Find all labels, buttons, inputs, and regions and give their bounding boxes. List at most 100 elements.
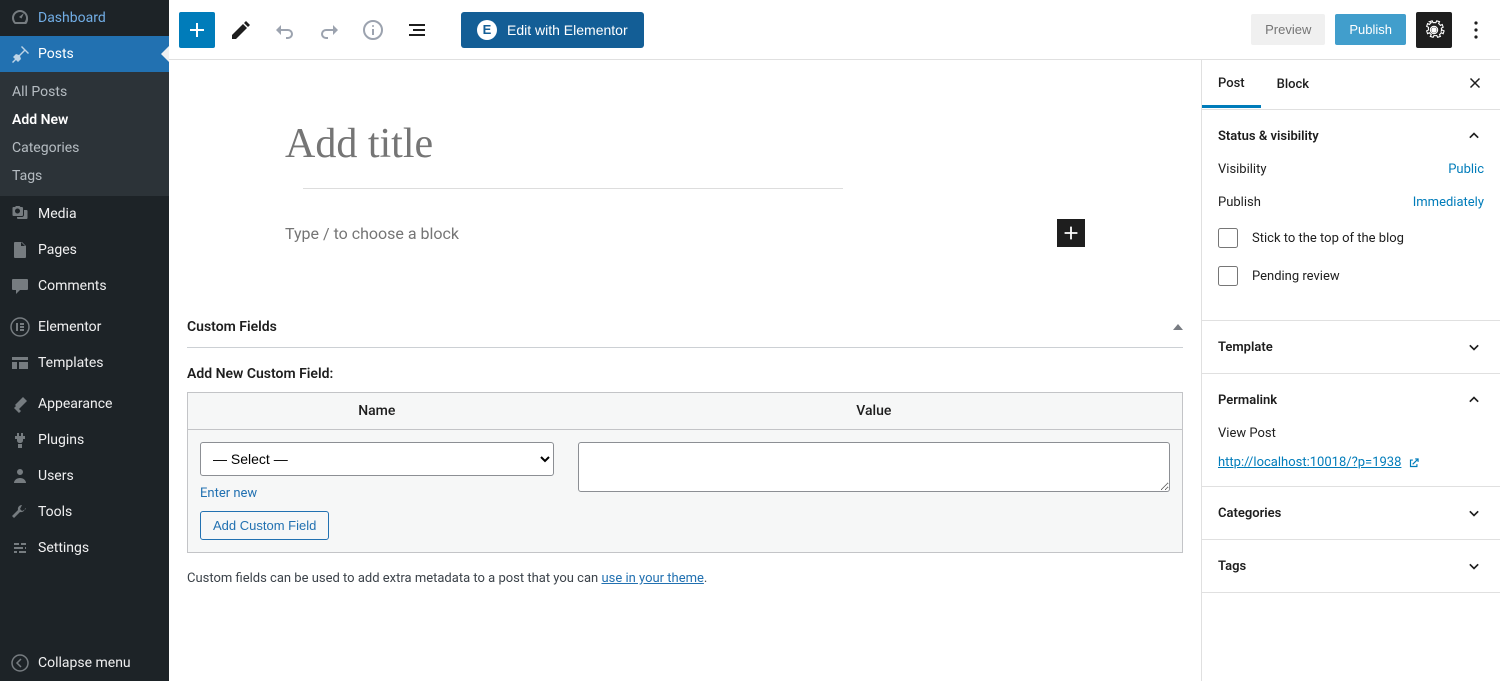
custom-fields-panel: Custom Fields Add New Custom Field: Name… [187,307,1183,586]
pending-checkbox[interactable] [1218,266,1238,286]
view-post-label: View Post [1218,426,1484,441]
close-icon [1466,74,1484,92]
sidebar-item-label: Dashboard [38,10,106,26]
custom-fields-heading[interactable]: Custom Fields [187,307,1183,348]
sidebar-item-dashboard[interactable]: Dashboard [0,0,169,36]
section-label: Status & visibility [1218,129,1319,144]
list-icon [405,18,429,42]
sidebar-item-label: Appearance [38,396,112,412]
sidebar-item-label: Templates [38,355,104,371]
sidebar-item-users[interactable]: Users [0,458,169,494]
sidebar-subitem-all-posts[interactable]: All Posts [0,78,169,106]
use-in-theme-link[interactable]: use in your theme [601,571,703,586]
sidebar-collapse[interactable]: Collapse menu [0,645,169,681]
sidebar-item-label: Collapse menu [38,655,131,671]
sidebar-subitem-add-new[interactable]: Add New [0,106,169,134]
settings-panel-toggle[interactable] [1416,12,1452,48]
stick-label: Stick to the top of the blog [1252,231,1404,246]
section-label: Permalink [1218,393,1277,408]
sidebar-item-elementor[interactable]: Elementor [0,309,169,345]
custom-field-value-textarea[interactable] [578,442,1170,492]
gear-icon [1423,19,1445,41]
close-panel-button[interactable] [1450,74,1500,96]
sidebar-item-label: Media [38,206,77,222]
elementor-icon [10,317,30,337]
inline-add-block-button[interactable] [1057,219,1085,247]
list-view-button[interactable] [399,12,435,48]
tab-post[interactable]: Post [1202,61,1261,108]
cf-col-value: Value [566,393,1183,430]
sidebar-item-appearance[interactable]: Appearance [0,386,169,422]
sidebar-subitem-categories[interactable]: Categories [0,134,169,162]
dots-vertical-icon [1464,18,1488,42]
publish-value-link[interactable]: Immediately [1413,195,1484,210]
section-template[interactable]: Template [1202,321,1500,373]
block-placeholder-text[interactable]: Type / to choose a block [285,224,459,243]
add-block-button[interactable] [179,12,215,48]
sidebar-item-label: Users [38,468,74,484]
section-tags[interactable]: Tags [1202,540,1500,592]
section-label: Categories [1218,506,1281,521]
section-label: Template [1218,340,1273,355]
permalink-url-link[interactable]: http://localhost:10018/?p=1938 [1218,455,1421,470]
settings-panel: Post Block Status & visibility Visibilit… [1201,60,1500,681]
sidebar-item-posts[interactable]: Posts [0,36,169,72]
edit-tool-button[interactable] [223,12,259,48]
sidebar-item-plugins[interactable]: Plugins [0,422,169,458]
enter-new-link[interactable]: Enter new [200,486,257,501]
post-title-input[interactable] [285,120,1085,168]
chevron-down-icon [1464,556,1484,576]
editor-toolbar: E Edit with Elementor Preview Publish [169,0,1500,60]
sidebar-item-templates[interactable]: Templates [0,345,169,381]
sidebar-item-comments[interactable]: Comments [0,268,169,304]
sidebar-posts-submenu: All Posts Add New Categories Tags [0,72,169,196]
title-divider [303,188,843,189]
dashboard-icon [10,8,30,28]
custom-fields-description: Custom fields can be used to add extra m… [187,571,1183,586]
settings-icon [10,538,30,558]
visibility-label: Visibility [1218,162,1267,177]
templates-icon [10,353,30,373]
sidebar-item-tools[interactable]: Tools [0,494,169,530]
preview-button[interactable]: Preview [1251,14,1325,45]
pending-label: Pending review [1252,269,1340,284]
sidebar-item-pages[interactable]: Pages [0,232,169,268]
sidebar-item-label: Tools [38,504,72,520]
external-link-icon [1407,456,1421,470]
section-status-visibility[interactable]: Status & visibility [1202,110,1500,162]
stick-checkbox[interactable] [1218,228,1238,248]
plus-icon [185,18,209,42]
redo-icon [317,18,341,42]
sidebar-item-media[interactable]: Media [0,196,169,232]
plugins-icon [10,430,30,450]
tab-block[interactable]: Block [1261,61,1325,108]
tools-icon [10,502,30,522]
pending-checkbox-row[interactable]: Pending review [1218,266,1484,286]
add-custom-field-button[interactable]: Add Custom Field [200,511,329,540]
chevron-up-icon [1464,390,1484,410]
sidebar-subitem-tags[interactable]: Tags [0,162,169,190]
section-permalink[interactable]: Permalink [1202,374,1500,426]
elementor-button-label: Edit with Elementor [507,22,628,38]
pin-icon [10,44,30,64]
section-categories[interactable]: Categories [1202,487,1500,539]
pages-icon [10,240,30,260]
info-icon [361,18,385,42]
caret-up-icon [1173,324,1183,330]
plus-icon [1060,222,1082,244]
publish-button[interactable]: Publish [1335,14,1406,45]
custom-field-name-select[interactable]: — Select — [200,442,554,476]
pencil-icon [229,18,253,42]
sidebar-item-label: Elementor [38,319,101,335]
more-options-button[interactable] [1462,12,1490,48]
admin-sidebar: Dashboard Posts All Posts Add New Catego… [0,0,169,681]
redo-button[interactable] [311,12,347,48]
stick-checkbox-row[interactable]: Stick to the top of the blog [1218,228,1484,248]
media-icon [10,204,30,224]
undo-button[interactable] [267,12,303,48]
sidebar-item-label: Settings [38,540,89,556]
visibility-value-link[interactable]: Public [1448,162,1484,177]
edit-with-elementor-button[interactable]: E Edit with Elementor [461,12,644,48]
sidebar-item-settings[interactable]: Settings [0,530,169,566]
info-button[interactable] [355,12,391,48]
